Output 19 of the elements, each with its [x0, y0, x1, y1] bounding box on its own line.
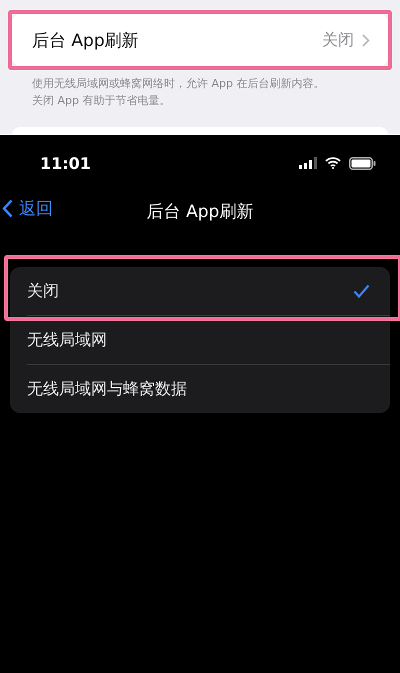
description-text: 使用无线局域网或蜂窝网络时，允许 App 在后台刷新内容。: [32, 76, 326, 91]
option-row[interactable]: 无线局域网与蜂窝数据: [27, 364, 390, 413]
description-text: 关闭 App 有助于节省电量。: [32, 93, 172, 108]
chevron-icon: [362, 34, 370, 46]
battery-icon: [349, 156, 376, 170]
option-label: 无线局域网与蜂窝数据: [27, 378, 187, 400]
option-row[interactable]: 关闭: [10, 267, 390, 315]
row-value: 关闭: [322, 30, 370, 50]
row-label: 后台 App刷新: [32, 30, 139, 52]
signal-icon: [299, 157, 317, 169]
nav-title: 后台 App刷新: [146, 200, 254, 222]
back-button[interactable]: 返回: [2, 197, 53, 220]
option-row[interactable]: 无线局域网: [27, 315, 390, 364]
option-label: 无线局域网: [27, 330, 107, 350]
back-chevron-icon: [2, 199, 13, 218]
wifi-icon: [325, 157, 341, 169]
status-time: 11:01: [40, 154, 91, 172]
settings-row[interactable]: 后台 App刷新 关闭: [12, 14, 388, 66]
option-label: 关闭: [27, 280, 59, 302]
